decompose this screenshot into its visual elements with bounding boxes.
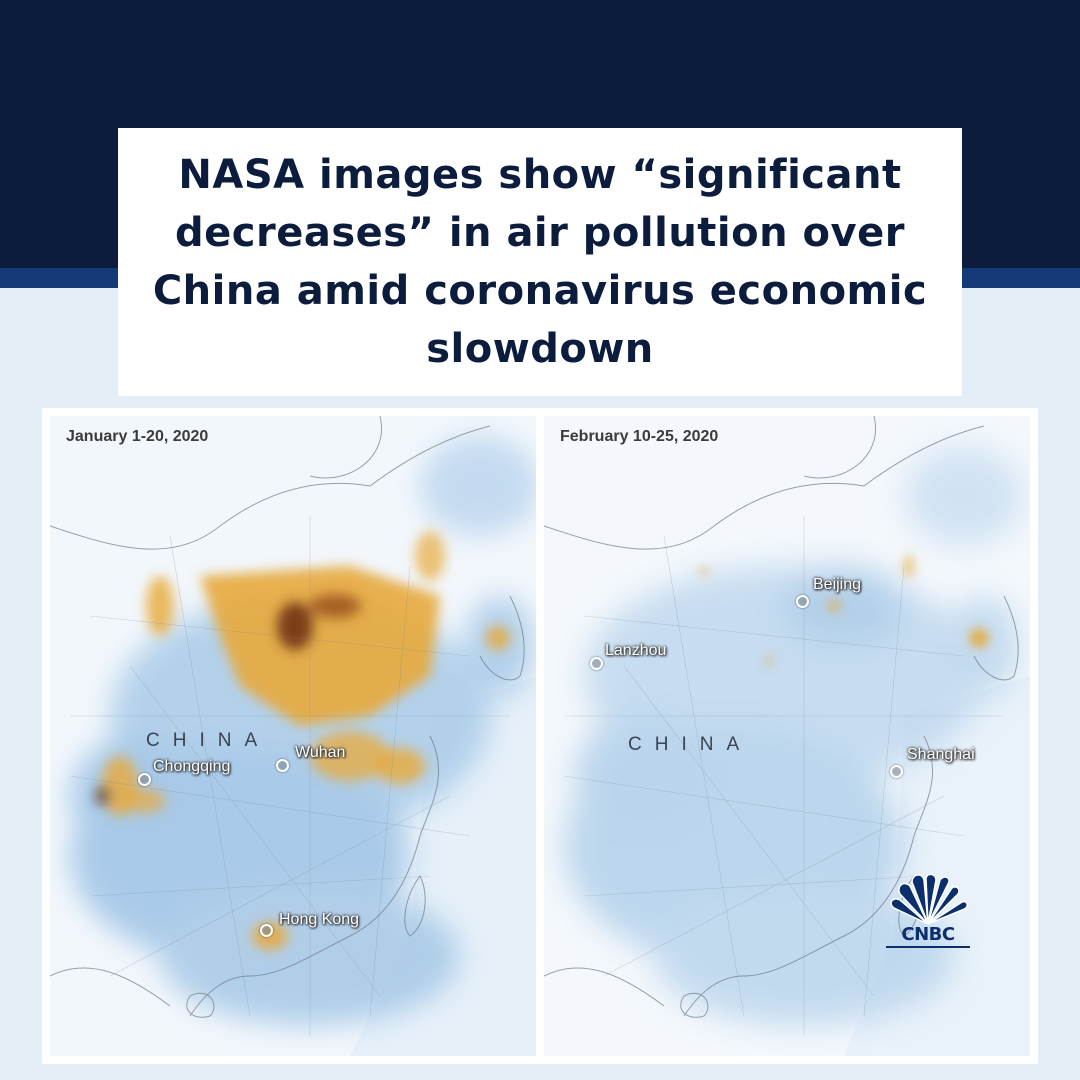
city-dot — [276, 758, 289, 772]
logo-underline — [886, 946, 970, 948]
peacock-icon — [890, 874, 968, 925]
date-label: January 1-20, 2020 — [66, 428, 209, 445]
city-label-shanghai: Shanghai — [907, 746, 975, 763]
city-label-wuhan: Wuhan — [295, 744, 346, 761]
map-january-graphic — [50, 416, 536, 1056]
headline: NASA images show “significant decreases”… — [152, 152, 928, 372]
date-label: February 10-25, 2020 — [560, 428, 719, 445]
city-marker-wuhan: Wuhan — [276, 744, 345, 774]
cnbc-logo: CNBC — [882, 874, 974, 950]
headline-box: NASA images show “significant decreases”… — [118, 128, 962, 396]
city-dot — [138, 772, 151, 786]
city-marker-beijing: Beijing — [796, 576, 863, 610]
city-label-hong-kong: Hong Kong — [279, 911, 360, 928]
map-february: February 10-25, 2020 CHINA Lanzhou Beiji… — [544, 416, 1030, 1056]
city-dot — [890, 764, 903, 778]
city-dot — [590, 656, 603, 670]
country-label: CHINA — [146, 730, 271, 751]
city-label-lanzhou: Lanzhou — [605, 642, 667, 659]
city-marker-lanzhou: Lanzhou — [590, 642, 670, 672]
city-dot — [260, 923, 273, 937]
map-february-graphic — [544, 416, 1030, 1056]
logo-text: CNBC — [901, 924, 955, 945]
city-dot — [796, 594, 809, 608]
country-label: CHINA — [628, 734, 753, 755]
city-marker-shanghai: Shanghai — [890, 746, 977, 780]
map-comparison-figure: January 1-20, 2020 CHINA Chongqing Wuhan… — [42, 408, 1038, 1064]
city-label-chongqing: Chongqing — [153, 758, 231, 775]
map-january: January 1-20, 2020 CHINA Chongqing Wuhan… — [50, 416, 536, 1056]
city-marker-chongqing: Chongqing — [138, 758, 234, 788]
city-marker-hong-kong: Hong Kong — [260, 911, 359, 939]
city-label-beijing: Beijing — [813, 576, 862, 593]
